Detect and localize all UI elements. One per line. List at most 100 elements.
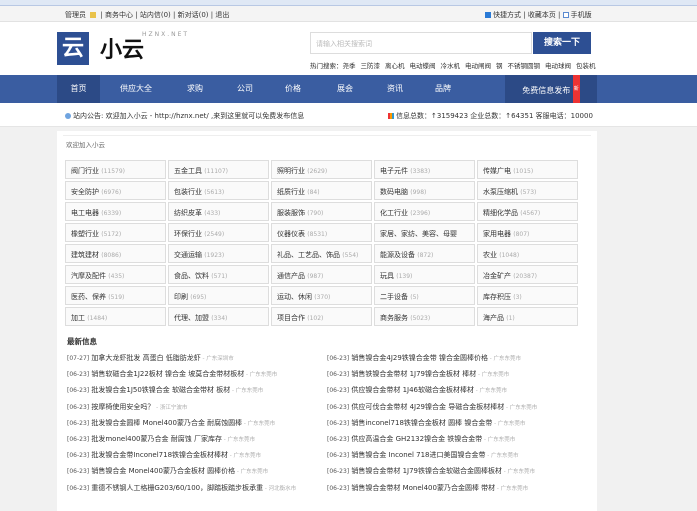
link-bookmark[interactable]: 收藏本页 <box>528 11 556 19</box>
news-title-link[interactable]: 销售镍合金带材 1J79铁镍合金软磁合金圆棒板材 <box>351 467 502 475</box>
link-business-center[interactable]: 商务中心 <box>105 11 133 19</box>
nav-publish[interactable]: 免费信息发布 新 <box>505 75 597 103</box>
hot-link[interactable]: 尧季 <box>343 62 356 70</box>
category-item[interactable]: 交通运输 (1923) <box>168 244 269 263</box>
category-item[interactable]: 安全防护 (6976) <box>65 181 166 200</box>
news-title-link[interactable]: 重德不锈钢人工格栅G203/60/100，脚踏板踏步板承重 <box>91 484 263 492</box>
category-item[interactable]: 家居、家纺、美容、母婴 <box>374 223 475 242</box>
category-item[interactable]: 纸质行业 (84) <box>271 181 372 200</box>
news-title-link[interactable]: 供应可伐合金带材 4J29镍合金 导磁合金板材棒材 <box>351 403 504 411</box>
category-item[interactable]: 玩具 (139) <box>374 265 475 284</box>
news-item[interactable]: [06-23] 供应可伐合金带材 4J29镍合金 导磁合金板材棒材 - 广东东莞… <box>327 402 585 418</box>
link-chats[interactable]: 新对话(0) <box>178 11 209 19</box>
category-item[interactable]: 电子元件 (3383) <box>374 160 475 179</box>
hot-link[interactable]: 电动闸阀 <box>465 62 491 70</box>
category-item[interactable]: 医药、保养 (519) <box>65 286 166 305</box>
category-item[interactable]: 家用电器 (807) <box>477 223 578 242</box>
news-item[interactable]: [06-23] 批发镍合金1J50铁镍合金 软磁合金带材 板材 - 广东东莞市 <box>67 385 325 401</box>
nav-exhibition[interactable]: 展会 <box>328 75 362 103</box>
category-item[interactable]: 代理、加盟 (334) <box>168 307 269 326</box>
category-item[interactable]: 电工电器 (6339) <box>65 202 166 221</box>
category-item[interactable]: 传媒广电 (1015) <box>477 160 578 179</box>
hot-link[interactable]: 包装机 <box>576 62 596 70</box>
nav-company[interactable]: 公司 <box>228 75 262 103</box>
news-title-link[interactable]: 销售镍合金 Inconel 718进口美国镍合金带 <box>351 451 485 459</box>
category-item[interactable]: 冶金矿产 (20387) <box>477 265 578 284</box>
news-item[interactable]: [06-23] 销售inconel718铁镍合金板材 圆棒 镍合金带 - 广东东… <box>327 418 585 434</box>
news-item[interactable]: [06-23] 销售镍合金带材 1J79铁镍合金软磁合金圆棒板材 - 广东东莞市 <box>327 466 585 482</box>
category-item[interactable]: 二手设备 (5) <box>374 286 475 305</box>
news-title-link[interactable]: 销售镍合金带材 Monel400蒙乃合金圆棒 带材 <box>351 484 495 492</box>
category-item[interactable]: 礼品、工艺品、饰品 (554) <box>271 244 372 263</box>
news-title-link[interactable]: 销售铁镍合金带材 1J79镍合金板材 棒材 <box>351 370 476 378</box>
news-title-link[interactable]: 批发镍合金1J50铁镍合金 软磁合金带材 板材 <box>91 386 230 394</box>
category-item[interactable]: 水泵压缩机 (573) <box>477 181 578 200</box>
category-item[interactable]: 阀门行业 (11579) <box>65 160 166 179</box>
link-shortcut[interactable]: 快捷方式 <box>493 11 521 19</box>
hot-link[interactable]: 钢 <box>496 62 503 70</box>
nav-supply[interactable]: 供应大全 <box>112 75 160 103</box>
news-title-link[interactable]: 加拿大龙虾批发 高蛋白 低脂肪龙虾 <box>91 354 200 362</box>
nav-price[interactable]: 价格 <box>276 75 310 103</box>
category-item[interactable]: 库存积压 (3) <box>477 286 578 305</box>
news-item[interactable]: [06-23] 供应高温合金 GH2132镍合金 铁镍合金带 - 广东东莞市 <box>327 434 585 450</box>
category-item[interactable]: 包装行业 (5613) <box>168 181 269 200</box>
nav-home[interactable]: 首页 <box>57 75 100 103</box>
category-item[interactable]: 项目合作 (102) <box>271 307 372 326</box>
hot-link[interactable]: 电动蝶阀 <box>410 62 436 70</box>
category-item[interactable]: 商务服务 (5023) <box>374 307 475 326</box>
category-item[interactable]: 橡塑行业 (5172) <box>65 223 166 242</box>
category-item[interactable]: 加工 (1484) <box>65 307 166 326</box>
hot-link[interactable]: 离心机 <box>385 62 405 70</box>
search-button[interactable]: 搜索一下 <box>533 32 591 54</box>
news-title-link[interactable]: 批发monel400蒙乃合金 耐腐蚀 厂家库存 <box>91 435 222 443</box>
category-item[interactable]: 海产品 (1) <box>477 307 578 326</box>
news-item[interactable]: [06-23] 销售软磁合金1J22板材 镍合金 坡莫合金带材板材 - 广东东莞… <box>67 369 325 385</box>
news-item[interactable]: [06-23] 销售镍合金 Inconel 718进口美国镍合金带 - 广东东莞… <box>327 450 585 466</box>
news-item[interactable]: [06-23] 重德不锈钢人工格栅G203/60/100，脚踏板踏步板承重 - … <box>67 483 325 499</box>
hot-link[interactable]: 电动球阀 <box>545 62 571 70</box>
news-item[interactable]: [07-27] 加拿大龙虾批发 高蛋白 低脂肪龙虾 - 广东深圳市 <box>67 353 325 369</box>
news-item[interactable]: [06-23] 销售镍合金 Monel400蒙乃合金板材 圆棒价格 - 广东东莞… <box>67 466 325 482</box>
category-item[interactable]: 五金工具 (11107) <box>168 160 269 179</box>
news-item[interactable]: [06-23] 销售铁镍合金带材 1J79镍合金板材 棒材 - 广东东莞市 <box>327 369 585 385</box>
link-messages[interactable]: 站内信(0) <box>140 11 171 19</box>
news-item[interactable]: [06-23] 按摩椅使用安全吗？ - 浙江宁波市 <box>67 402 325 418</box>
news-item[interactable]: [06-23] 供应镍合金带材 1J46软磁合金板材棒材 - 广东东莞市 <box>327 385 585 401</box>
category-item[interactable]: 能源及设备 (872) <box>374 244 475 263</box>
category-item[interactable]: 运动、休闲 (370) <box>271 286 372 305</box>
category-item[interactable]: 照明行业 (2629) <box>271 160 372 179</box>
news-title-link[interactable]: 供应高温合金 GH2132镍合金 铁镍合金带 <box>351 435 482 443</box>
hot-link[interactable]: 三防漆 <box>361 62 381 70</box>
news-item[interactable]: [06-23] 销售镍合金4J29铁镍合金带 镍合金圆棒价格 - 广东东莞市 <box>327 353 585 369</box>
category-item[interactable]: 通信产品 (987) <box>271 265 372 284</box>
nav-news[interactable]: 资讯 <box>378 75 412 103</box>
news-title-link[interactable]: 销售软磁合金1J22板材 镍合金 坡莫合金带材板材 <box>91 370 244 378</box>
nav-buy[interactable]: 求购 <box>178 75 212 103</box>
logo-name[interactable]: 小云 <box>100 32 144 64</box>
category-item[interactable]: 印刷 (695) <box>168 286 269 305</box>
news-title-link[interactable]: 批发镍合金圆棒 Monel400蒙乃合金 耐腐蚀圆棒 <box>91 419 242 427</box>
news-title-link[interactable]: 供应镍合金带材 1J46软磁合金板材棒材 <box>351 386 474 394</box>
news-item[interactable]: [06-23] 批发镍合金圆棒 Monel400蒙乃合金 耐腐蚀圆棒 - 广东东… <box>67 418 325 434</box>
news-item[interactable]: [06-23] 批发镍合金带Inconel718铁镍合金板材棒材 - 广东东莞市 <box>67 450 325 466</box>
link-mobile[interactable]: 手机版 <box>571 11 592 19</box>
category-item[interactable]: 数码电脑 (998) <box>374 181 475 200</box>
category-item[interactable]: 精细化学品 (4567) <box>477 202 578 221</box>
category-item[interactable]: 农业 (1048) <box>477 244 578 263</box>
logo-mark[interactable]: 云 <box>57 32 89 65</box>
news-title-link[interactable]: 批发镍合金带Inconel718铁镍合金板材棒材 <box>91 451 228 459</box>
nav-brand[interactable]: 品牌 <box>426 75 460 103</box>
category-item[interactable]: 仪器仪表 (8531) <box>271 223 372 242</box>
category-item[interactable]: 建筑建材 (8086) <box>65 244 166 263</box>
news-title-link[interactable]: 销售镍合金4J29铁镍合金带 镍合金圆棒价格 <box>351 354 488 362</box>
hot-link[interactable]: 冷水机 <box>441 62 461 70</box>
category-item[interactable]: 服装服饰 (790) <box>271 202 372 221</box>
category-item[interactable]: 食品、饮料 (571) <box>168 265 269 284</box>
category-item[interactable]: 纺织皮革 (433) <box>168 202 269 221</box>
category-item[interactable]: 环保行业 (2549) <box>168 223 269 242</box>
news-title-link[interactable]: 销售inconel718铁镍合金板材 圆棒 镍合金带 <box>351 419 492 427</box>
news-item[interactable]: [06-23] 批发monel400蒙乃合金 耐腐蚀 厂家库存 - 广东东莞市 <box>67 434 325 450</box>
category-item[interactable]: 化工行业 (2396) <box>374 202 475 221</box>
news-title-link[interactable]: 销售镍合金 Monel400蒙乃合金板材 圆棒价格 <box>91 467 235 475</box>
